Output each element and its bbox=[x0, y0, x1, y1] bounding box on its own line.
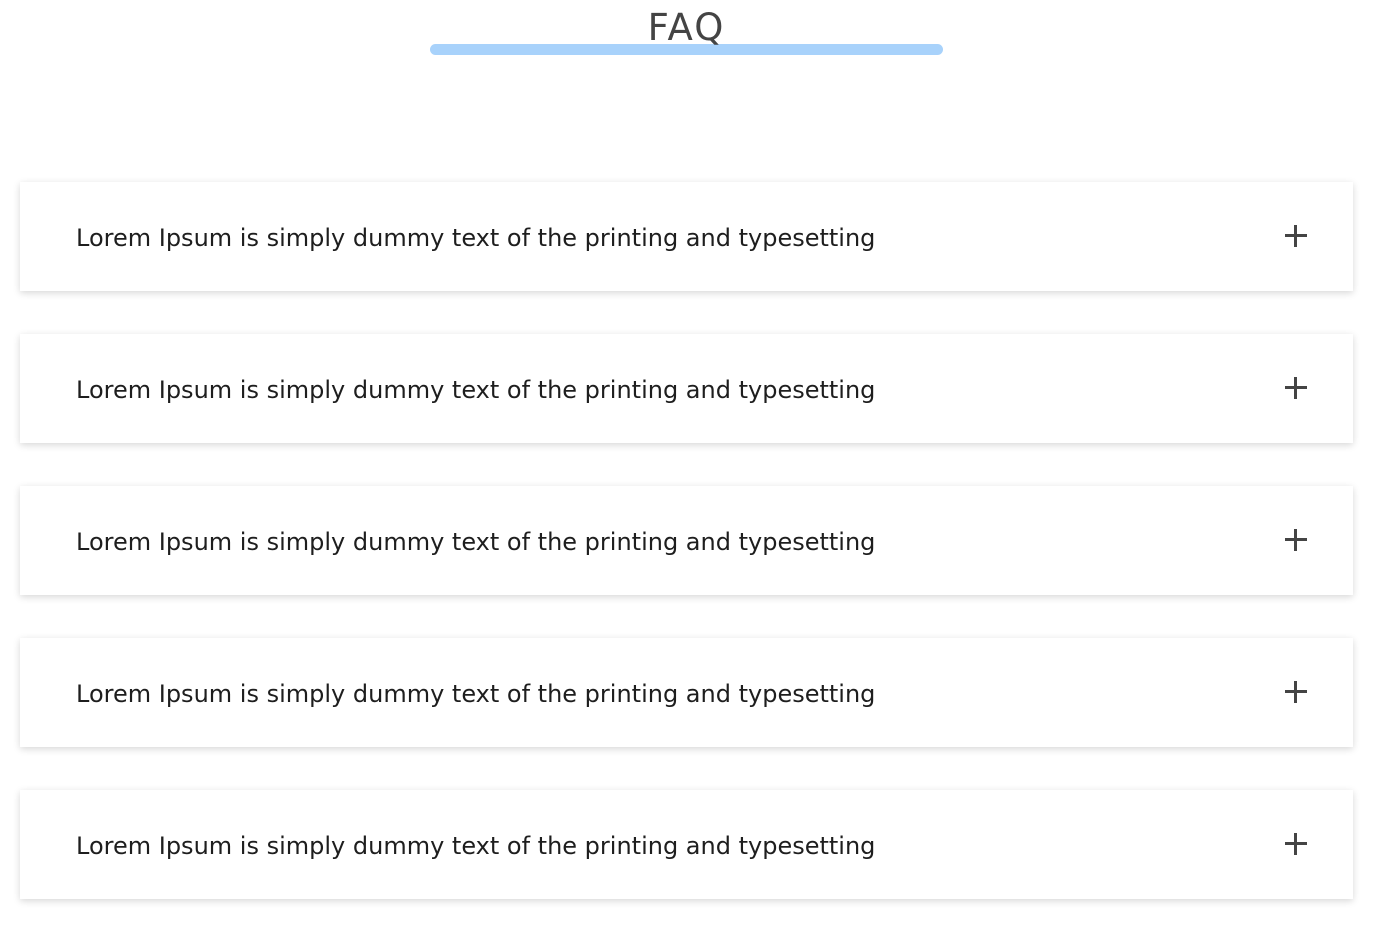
plus-icon[interactable] bbox=[1285, 377, 1307, 399]
faq-item[interactable]: Lorem Ipsum is simply dummy text of the … bbox=[20, 182, 1353, 291]
faq-item[interactable]: Lorem Ipsum is simply dummy text of the … bbox=[20, 334, 1353, 443]
faq-question: Lorem Ipsum is simply dummy text of the … bbox=[76, 680, 876, 708]
plus-icon[interactable] bbox=[1285, 833, 1307, 855]
page-title: FAQ bbox=[647, 6, 726, 49]
faq-item[interactable]: Lorem Ipsum is simply dummy text of the … bbox=[20, 790, 1353, 899]
faq-item[interactable]: Lorem Ipsum is simply dummy text of the … bbox=[20, 486, 1353, 595]
faq-question: Lorem Ipsum is simply dummy text of the … bbox=[76, 528, 876, 556]
faq-list: Lorem Ipsum is simply dummy text of the … bbox=[20, 182, 1353, 942]
faq-header: FAQ bbox=[0, 0, 1379, 60]
faq-question: Lorem Ipsum is simply dummy text of the … bbox=[76, 224, 876, 252]
plus-icon[interactable] bbox=[1285, 681, 1307, 703]
faq-item[interactable]: Lorem Ipsum is simply dummy text of the … bbox=[20, 638, 1353, 747]
faq-question: Lorem Ipsum is simply dummy text of the … bbox=[76, 376, 876, 404]
plus-icon[interactable] bbox=[1285, 529, 1307, 551]
plus-icon[interactable] bbox=[1285, 225, 1307, 247]
faq-question: Lorem Ipsum is simply dummy text of the … bbox=[76, 832, 876, 860]
